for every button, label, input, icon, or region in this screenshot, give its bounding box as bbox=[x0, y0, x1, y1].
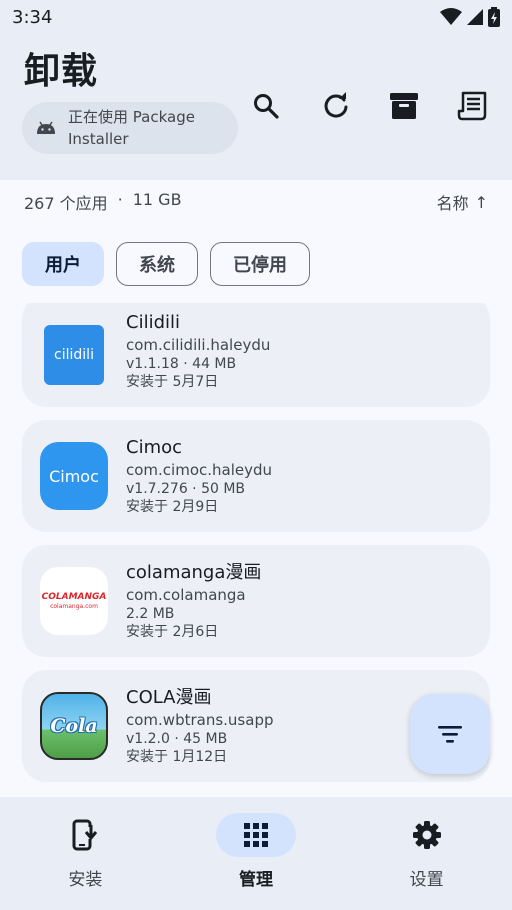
archive-icon bbox=[390, 93, 418, 119]
summary-row: 267 个应用 · 11 GB 名称 ↑ bbox=[0, 180, 512, 224]
bottom-nav: 安装 管理 设置 bbox=[0, 797, 512, 910]
nav-indicator bbox=[45, 813, 125, 857]
filter-chip-user[interactable]: 用户 bbox=[22, 242, 104, 286]
app-version-size: 2.2 MB bbox=[126, 606, 175, 622]
status-icons bbox=[440, 7, 500, 27]
cilidili-app-icon: cilidili bbox=[44, 325, 104, 385]
app-install-date: 安装于 2月6日 bbox=[126, 624, 219, 640]
search-icon bbox=[254, 94, 279, 119]
battery-icon bbox=[488, 7, 500, 27]
nav-label-install: 安装 bbox=[68, 870, 103, 890]
gear-icon bbox=[412, 821, 441, 849]
filter-chip-disabled[interactable]: 已停用 bbox=[210, 242, 310, 286]
app-name: colamanga漫画 bbox=[126, 562, 262, 583]
cimoc-app-icon: Cimoc bbox=[40, 442, 108, 510]
total-size: 11 GB bbox=[132, 190, 182, 209]
nav-item-install[interactable]: 安装 bbox=[25, 813, 145, 890]
cola-app-icon: Cola bbox=[40, 692, 108, 760]
list-item[interactable]: Cimoc Cimoc com.cimoc.haleydu v1.7.276 ·… bbox=[22, 420, 490, 532]
app-name: Cimoc bbox=[126, 437, 183, 458]
app-package: com.cilidili.haleydu bbox=[126, 336, 271, 354]
app-package: com.cimoc.haleydu bbox=[126, 461, 273, 479]
sort-button[interactable]: 名称 ↑ bbox=[437, 190, 488, 214]
cimoc-icon-label: Cimoc bbox=[49, 466, 99, 486]
colamanga-icon-sublabel: colamanga.com bbox=[50, 603, 98, 610]
filter-chips: 用户 系统 已停用 bbox=[22, 242, 310, 286]
status-time: 3:34 bbox=[12, 6, 53, 28]
sort-arrow-icon: ↑ bbox=[474, 192, 488, 212]
app-package: com.wbtrans.usapp bbox=[126, 711, 274, 729]
android-icon bbox=[37, 121, 55, 134]
installer-chip[interactable]: 正在使用 Package Installer bbox=[22, 102, 238, 154]
nav-indicator bbox=[387, 813, 467, 857]
app-info: Cimoc com.cimoc.haleydu v1.7.276 · 50 MB… bbox=[126, 436, 272, 516]
app-install-date: 安装于 2月9日 bbox=[126, 499, 219, 515]
app-info: COLA漫画 com.wbtrans.usapp v1.2.0 · 45 MB … bbox=[126, 686, 273, 766]
archive-button[interactable] bbox=[386, 88, 422, 124]
cola-icon-label: Cola bbox=[50, 715, 98, 737]
app-package: com.colamanga bbox=[126, 586, 246, 604]
app-install-date: 安装于 1月12日 bbox=[126, 749, 228, 765]
log-button[interactable] bbox=[454, 88, 490, 124]
app-install-date: 安装于 5月7日 bbox=[126, 374, 219, 390]
nav-indicator bbox=[215, 813, 296, 857]
app-version-size: v1.2.0 · 45 MB bbox=[126, 731, 228, 747]
grid-icon bbox=[243, 823, 268, 847]
app-info: Cilidili com.cilidili.haleydu v1.1.18 · … bbox=[126, 311, 270, 391]
status-bar: 3:34 bbox=[0, 0, 512, 34]
page-title: 卸载 bbox=[24, 51, 99, 92]
app-name: Cilidili bbox=[126, 312, 180, 333]
nav-item-settings[interactable]: 设置 bbox=[367, 813, 487, 890]
log-icon bbox=[457, 91, 487, 121]
wifi-icon bbox=[440, 8, 462, 25]
cilidili-icon-label: cilidili bbox=[54, 347, 94, 363]
search-button[interactable] bbox=[248, 88, 284, 124]
nav-label-settings: 设置 bbox=[409, 870, 444, 890]
summary-separator: · bbox=[117, 190, 123, 209]
refresh-button[interactable] bbox=[318, 88, 354, 124]
refresh-icon bbox=[324, 92, 348, 118]
filter-icon bbox=[438, 726, 462, 743]
list-item[interactable]: cilidili Cilidili com.cilidili.haleydu v… bbox=[22, 303, 490, 407]
sort-label: 名称 bbox=[436, 194, 469, 213]
app-count: 267 个应用 bbox=[24, 194, 108, 213]
app-version-size: v1.7.276 · 50 MB bbox=[126, 481, 246, 497]
nav-item-manage[interactable]: 管理 bbox=[196, 813, 316, 890]
installer-chip-label: 正在使用 Package Installer bbox=[68, 108, 195, 148]
app-name: COLA漫画 bbox=[126, 687, 212, 708]
filter-chip-system[interactable]: 系统 bbox=[116, 242, 198, 286]
nav-label-manage: 管理 bbox=[238, 870, 273, 890]
app-info: colamanga漫画 com.colamanga 2.2 MB 安装于 2月6… bbox=[126, 561, 261, 641]
app-version-size: v1.1.18 · 44 MB bbox=[126, 356, 237, 372]
signal-icon bbox=[467, 9, 483, 25]
filter-fab-button[interactable] bbox=[410, 694, 490, 774]
install-icon bbox=[72, 819, 99, 851]
colamanga-app-icon: COLAMANGA colamanga.com bbox=[40, 567, 108, 635]
colamanga-icon-label: COLAMANGA bbox=[41, 592, 107, 602]
list-item[interactable]: COLAMANGA colamanga.com colamanga漫画 com.… bbox=[22, 545, 490, 657]
